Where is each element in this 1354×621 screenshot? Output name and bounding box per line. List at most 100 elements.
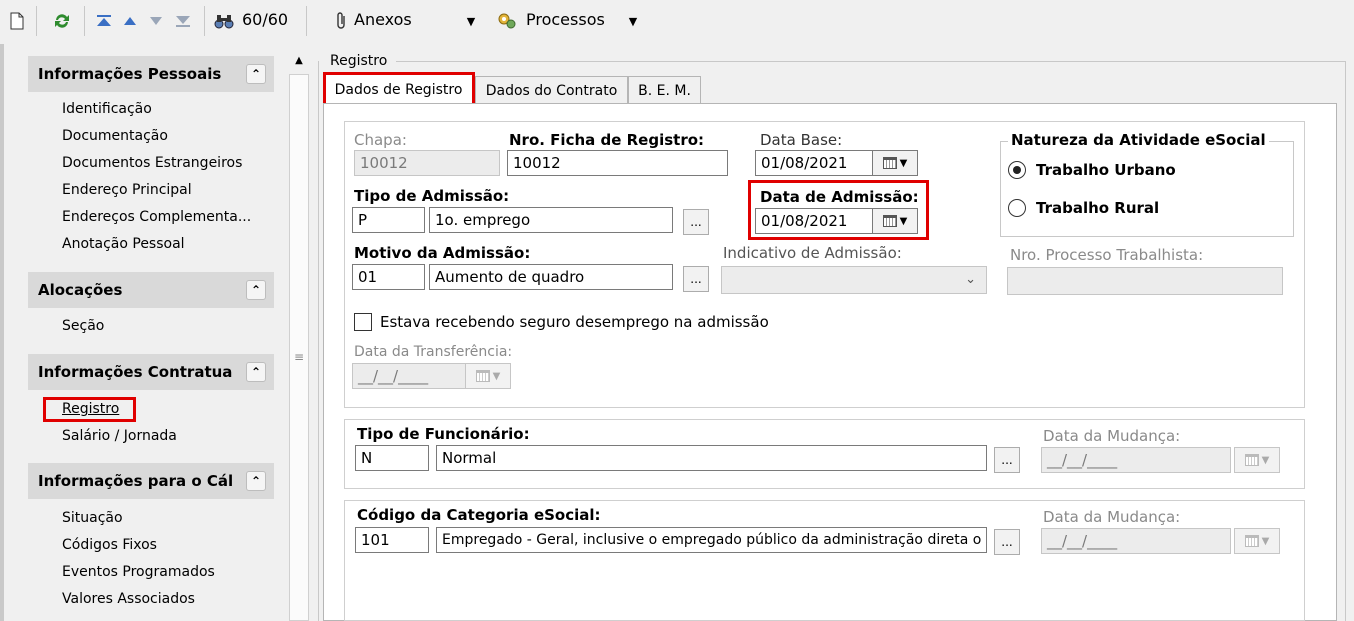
tipo-admissao-lookup-button[interactable]: ... [683,209,709,235]
categoria-esocial-code[interactable]: 101 [355,527,429,553]
data-base-field[interactable]: 01/08/2021 [755,150,873,176]
calendar-icon [475,370,490,382]
motivo-admissao-label: Motivo da Admissão: [354,244,531,262]
binoculars-icon[interactable] [212,8,236,34]
tipo-admissao-desc[interactable]: 1o. emprego [429,207,673,233]
group-title: Registro [330,53,388,69]
sidebar-item-documentacao[interactable]: Documentação [62,127,168,145]
collapse-icon[interactable]: ⌃ [246,280,266,300]
tipo-funcionario-data-mudanca-field[interactable]: __/__/____ [1041,447,1231,473]
attachments-menu[interactable]: Anexos [354,9,412,31]
categoria-esocial-desc[interactable]: Empregado - Geral, inclusive o empregado… [436,527,987,553]
section-header-alocacoes[interactable]: Alocações ⌃ [28,272,274,308]
data-transferencia-field[interactable]: __/__/____ [352,363,466,389]
seguro-desemprego-checkbox[interactable] [354,313,372,331]
calendar-icon [1244,535,1259,547]
data-admissao-calendar-button[interactable]: ▼ [872,208,918,234]
ficha-field[interactable]: 10012 [507,150,728,176]
sidebar-item-identificacao[interactable]: Identificação [62,100,152,118]
tab-bem[interactable]: B. E. M. [628,76,701,104]
chevron-down-icon: ▼ [1261,454,1270,466]
record-counter: 60/60 [242,10,289,29]
sidebar-item-endereco-principal[interactable]: Endereço Principal [62,181,192,199]
tipo-admissao-label: Tipo de Admissão: [354,187,510,205]
tipo-funcionario-data-mudanca-label: Data da Mudança: [1043,427,1181,445]
data-base-calendar-button[interactable]: ▼ [872,150,918,176]
first-record-icon[interactable] [94,8,114,34]
section-title: Informações para o Cál [38,472,234,490]
nro-processo-field[interactable] [1007,267,1283,295]
calendar-icon [1244,454,1259,466]
next-record-icon[interactable] [146,8,166,34]
section-title: Alocações [38,281,123,299]
sidebar-item-valores-associados[interactable]: Valores Associados [62,590,195,608]
indicativo-admissao-label: Indicativo de Admissão: [723,244,902,262]
chapa-field[interactable]: 10012 [354,150,500,176]
chevron-down-icon[interactable]: ▼ [464,8,478,34]
tab-dados-do-contrato[interactable]: Dados do Contrato [475,76,628,104]
section-header-informacoes-contratuais[interactable]: Informações Contratua ⌃ [28,354,274,390]
refresh-icon[interactable] [50,8,74,34]
highlight-tab-box [323,72,475,106]
highlight-registro-box [43,397,136,422]
radio-trabalho-rural[interactable] [1008,199,1026,217]
categoria-esocial-data-mudanca-label: Data da Mudança: [1043,508,1181,526]
chevron-down-icon: ▼ [899,215,908,227]
sidebar-item-enderecos-complementares[interactable]: Endereços Complementa... [62,208,251,226]
chevron-down-icon[interactable]: ▼ [626,8,640,34]
ficha-label: Nro. Ficha de Registro: [509,131,705,149]
collapse-icon[interactable]: ⌃ [246,362,266,382]
data-transferencia-calendar-button[interactable]: ▼ [465,363,511,389]
new-document-icon[interactable] [6,8,28,34]
chevron-down-icon: ▼ [899,157,908,169]
sidebar-item-documentos-estrangeiros[interactable]: Documentos Estrangeiros [62,154,242,172]
scrollbar-thumb[interactable] [289,74,309,621]
last-record-icon[interactable] [172,8,194,34]
collapse-icon[interactable]: ⌃ [246,64,266,84]
trabalho-urbano-label[interactable]: Trabalho Urbano [1036,161,1176,179]
chevron-down-icon: ▼ [492,370,501,382]
trabalho-rural-label[interactable]: Trabalho Rural [1036,199,1159,217]
sidebar-item-eventos-programados[interactable]: Eventos Programados [62,563,215,581]
categoria-esocial-data-mudanca-field[interactable]: __/__/____ [1041,528,1231,554]
splitter-grip-icon[interactable]: ≡ [292,350,306,364]
motivo-admissao-desc[interactable]: Aumento de quadro [429,264,673,290]
toolbar: 60/60 Anexos ▼ Processos ▼ [0,0,1354,44]
tipo-admissao-code[interactable]: P [352,207,425,233]
section-header-informacoes-pessoais[interactable]: Informações Pessoais ⌃ [28,56,274,92]
chapa-label: Chapa: [354,131,407,149]
motivo-admissao-lookup-button[interactable]: ... [683,266,709,292]
data-admissao-field[interactable]: 01/08/2021 [755,208,873,234]
tipo-funcionario-desc[interactable]: Normal [436,445,987,471]
nro-processo-label: Nro. Processo Trabalhista: [1010,246,1204,264]
collapse-icon[interactable]: ⌃ [246,471,266,491]
data-transferencia-label: Data da Transferência: [354,344,513,360]
tipo-funcionario-calendar-button[interactable]: ▼ [1234,447,1280,473]
categoria-esocial-calendar-button[interactable]: ▼ [1234,528,1280,554]
data-admissao-label: Data de Admissão: [760,188,919,206]
natureza-title: Natureza da Atividade eSocial [1008,131,1269,149]
sidebar-item-situacao[interactable]: Situação [62,509,123,527]
section-header-informacoes-calculo[interactable]: Informações para o Cál ⌃ [28,463,274,499]
paperclip-icon[interactable] [332,8,352,34]
calendar-icon [882,157,897,169]
categoria-esocial-label: Código da Categoria eSocial: [357,506,601,524]
chevron-down-icon: ▼ [1261,535,1270,547]
sidebar-item-secao[interactable]: Seção [62,317,104,335]
seguro-desemprego-label[interactable]: Estava recebendo seguro desemprego na ad… [380,313,769,331]
scroll-up-icon[interactable]: ▲ [292,55,306,69]
sidebar-item-codigos-fixos[interactable]: Códigos Fixos [62,536,157,554]
processes-icon[interactable] [494,8,520,34]
previous-record-icon[interactable] [120,8,140,34]
processes-menu[interactable]: Processos [526,9,605,31]
calendar-icon [882,215,897,227]
radio-trabalho-urbano[interactable] [1008,161,1026,179]
tipo-funcionario-lookup-button[interactable]: ... [994,447,1020,473]
categoria-esocial-lookup-button[interactable]: ... [994,529,1020,555]
sidebar-item-anotacao-pessoal[interactable]: Anotação Pessoal [62,235,185,253]
motivo-admissao-code[interactable]: 01 [352,264,425,290]
chevron-down-icon: ⌄ [965,272,976,287]
tipo-funcionario-code[interactable]: N [355,445,429,471]
indicativo-admissao-select[interactable]: ⌄ [721,266,987,294]
sidebar-item-salario-jornada[interactable]: Salário / Jornada [62,427,177,445]
